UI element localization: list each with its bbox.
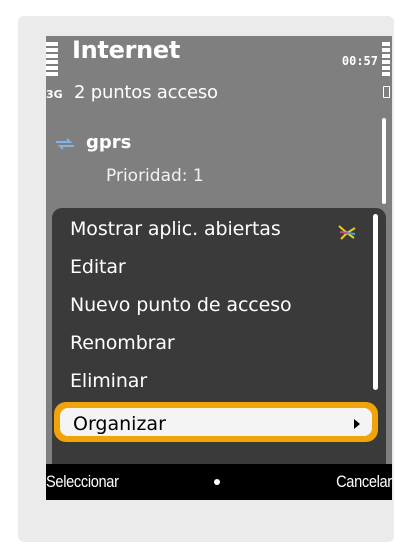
app-title: Internet <box>72 36 181 64</box>
battery-level-icon <box>382 42 390 78</box>
access-point-count: 2 puntos acceso <box>74 82 218 103</box>
battery-icon <box>383 86 390 98</box>
options-menu: Mostrar aplic. abiertas Editar Nuevo pun… <box>52 208 386 464</box>
softkey-bar: Seleccionar Cancelar <box>46 464 392 500</box>
menu-item-show-open-apps[interactable]: Mostrar aplic. abiertas <box>70 218 281 240</box>
cancel-button[interactable]: Cancelar <box>336 472 392 492</box>
menu-item-delete[interactable]: Eliminar <box>70 370 147 392</box>
menu-scrollbar[interactable] <box>373 214 378 390</box>
clock: 00:57 <box>341 54 378 68</box>
network-indicator: 3G <box>46 88 63 101</box>
phone-screen: Internet 00:57 3G 2 puntos acceso gprs P… <box>46 36 392 500</box>
middle-key-indicator[interactable] <box>214 479 220 485</box>
open-apps-icon <box>338 225 356 240</box>
select-button[interactable]: Seleccionar <box>46 472 119 492</box>
menu-item-edit[interactable]: Editar <box>70 256 126 278</box>
list-scrollbar[interactable] <box>382 118 386 204</box>
chevron-right-icon <box>354 419 360 429</box>
menu-item-new-access-point[interactable]: Nuevo punto de acceso <box>70 294 292 316</box>
access-point-name: gprs <box>86 132 132 153</box>
menu-item-rename[interactable]: Renombrar <box>70 332 175 354</box>
signal-strength-icon <box>46 42 58 78</box>
arrows-icon <box>56 138 74 150</box>
menu-item-organize[interactable]: Organizar <box>54 402 378 442</box>
access-point-priority: Prioridad: 1 <box>106 166 204 186</box>
menu-item-label: Organizar <box>73 413 166 435</box>
